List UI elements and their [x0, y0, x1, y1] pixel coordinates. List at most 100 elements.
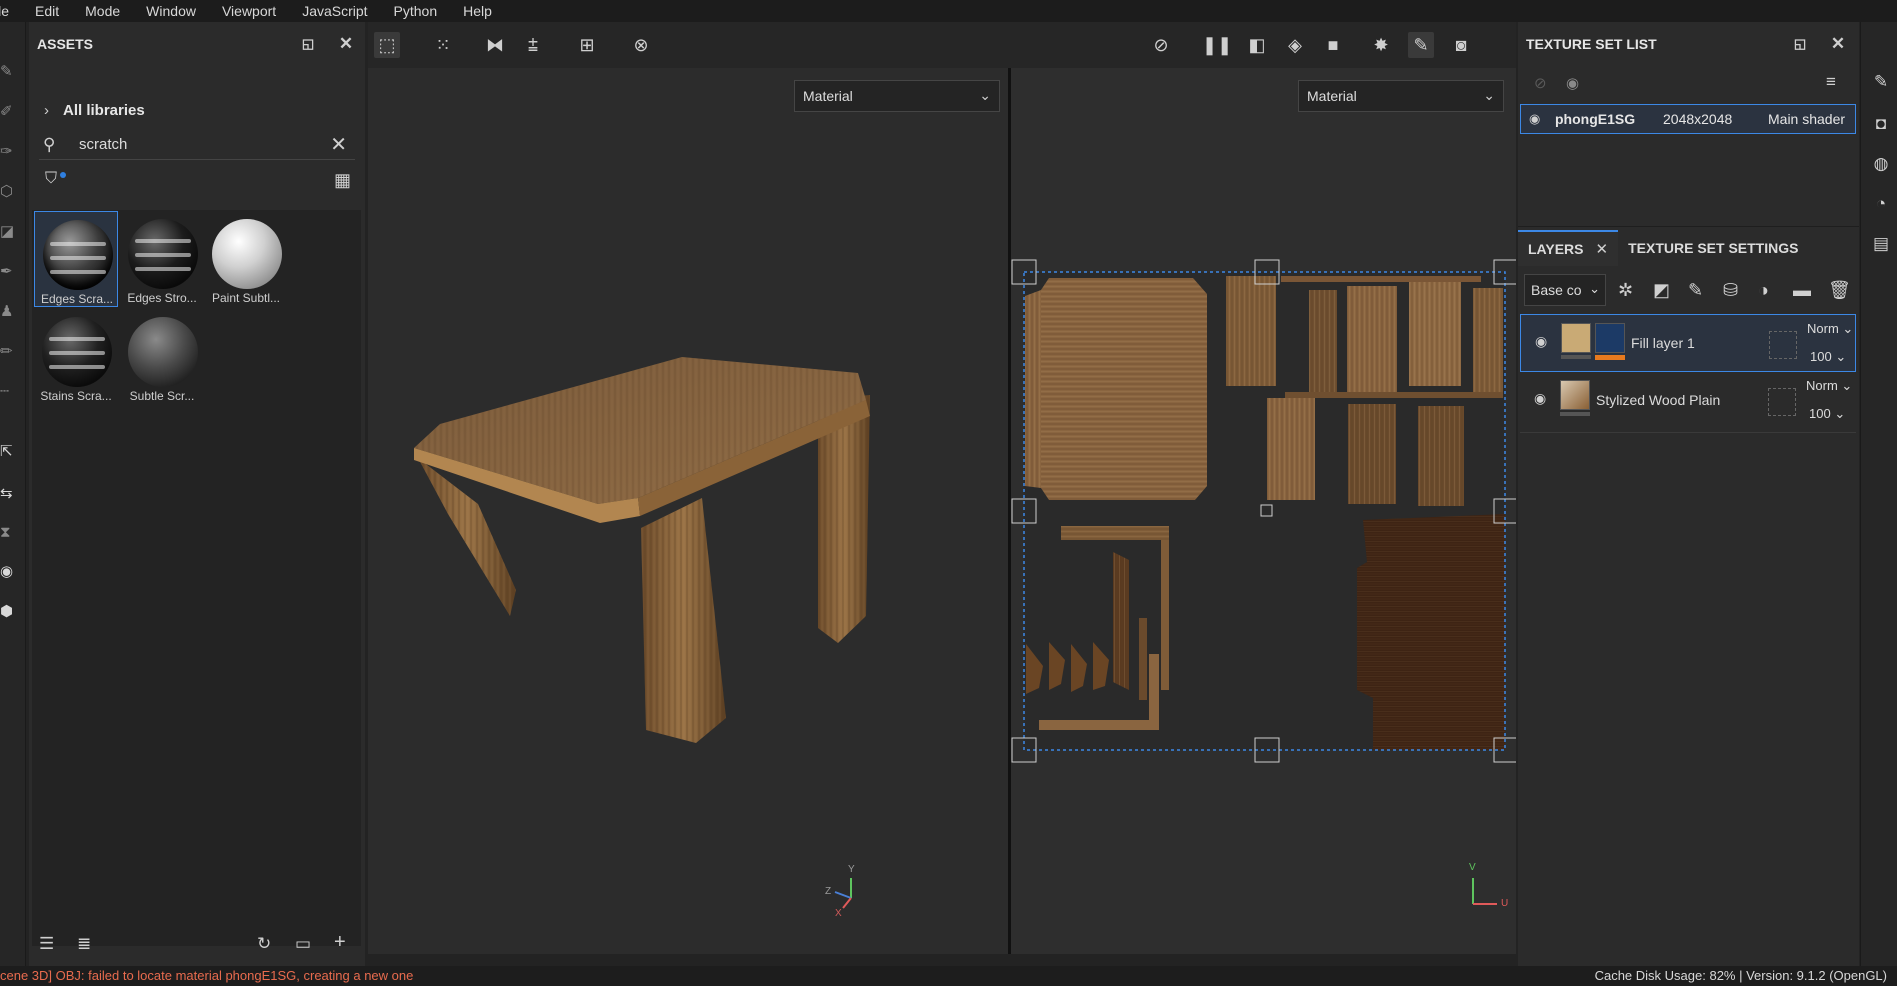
menu-window[interactable]: Window — [133, 3, 209, 19]
paint-brush-icon[interactable]: ✎ — [0, 62, 22, 84]
selection-icon[interactable]: ⬚ — [374, 32, 400, 58]
hide-icon[interactable]: ⊘ — [1148, 32, 1174, 58]
magic-wand-icon[interactable]: ✲ — [1618, 280, 1633, 301]
layer-mask-slot[interactable] — [1769, 331, 1797, 359]
close-icon[interactable]: ✕ — [1596, 240, 1609, 258]
menu-python[interactable]: Python — [381, 3, 451, 19]
undock-icon[interactable]: ◱ — [1790, 34, 1810, 54]
export-icon[interactable]: ⇆ — [0, 484, 22, 506]
menu-help[interactable]: Help — [450, 3, 505, 19]
menu-mode[interactable]: Mode — [72, 3, 133, 19]
uv-axis-gizmo: V U — [1463, 862, 1513, 918]
blend-mode-value: Norm — [1807, 321, 1839, 336]
asset-item[interactable]: Paint Subtl... — [204, 211, 288, 307]
menu-edit[interactable]: Edit — [22, 3, 72, 19]
asset-item[interactable]: Stains Scra... — [34, 309, 118, 405]
add-folder-icon[interactable]: ▬ — [1793, 280, 1811, 301]
tab-layers-label: LAYERS — [1528, 241, 1584, 257]
display-settings-icon[interactable]: ◘ — [1871, 114, 1891, 134]
paint-mode-icon[interactable]: ✎ — [1408, 32, 1434, 58]
library-selector[interactable]: › All libraries — [29, 90, 365, 130]
status-bar: cene 3D] OBJ: failed to locate material … — [0, 966, 1897, 986]
layer-row[interactable]: ◉ Stylized Wood Plain Norm ⌄ 100 ⌄ — [1520, 372, 1856, 430]
channel-select[interactable]: Base co ⌄ — [1524, 274, 1606, 306]
layer-row[interactable]: ◉ Fill layer 1 Norm ⌄ 100 ⌄ — [1520, 314, 1856, 372]
folder-icon[interactable]: ▭ — [295, 934, 311, 954]
brush-settings-icon[interactable]: ✎ — [1871, 72, 1891, 92]
texture-set-resolution: 2048x2048 — [1663, 111, 1733, 127]
layer-mask-slot[interactable] — [1768, 388, 1796, 416]
refresh-icon[interactable]: ↻ — [257, 934, 271, 954]
tab-layers[interactable]: LAYERS ✕ — [1518, 230, 1619, 266]
menu-viewport[interactable]: Viewport — [209, 3, 289, 19]
grid-tool-icon[interactable]: ⁙ — [430, 32, 456, 58]
opacity-field[interactable]: 100 ⌄ — [1810, 349, 1846, 365]
menu-file[interactable]: ile — [0, 3, 22, 19]
environment-icon[interactable]: ◍ — [1871, 154, 1891, 174]
add-fill-layer-icon[interactable]: ⛁ — [1723, 280, 1738, 301]
color-picker-icon[interactable]: ✏ — [0, 342, 22, 364]
viewport-2d[interactable]: Material ⌄ V U — [1011, 68, 1516, 954]
add-icon[interactable]: + — [334, 931, 346, 954]
tab-texture-set-settings[interactable]: TEXTURE SET SETTINGS — [1618, 230, 1808, 266]
eye-icon[interactable]: ◉ — [1566, 74, 1579, 92]
viewport-3d[interactable]: Material ⌄ Y Z X — [368, 68, 1010, 954]
geometry-mask-icon[interactable]: ⬡ — [0, 182, 22, 204]
split-view-icon[interactable]: ◧ — [1244, 32, 1270, 58]
opacity-field[interactable]: 100 ⌄ — [1809, 406, 1845, 422]
asset-item[interactable]: Subtle Scr... — [120, 309, 204, 405]
smudge-icon[interactable]: ✒ — [0, 262, 22, 284]
delete-icon[interactable]: 🗑 — [1828, 280, 1851, 301]
eraser-icon[interactable]: ✐ — [0, 102, 22, 124]
projection-icon[interactable]: ✑ — [0, 142, 22, 164]
bake-icon[interactable]: ⇱ — [0, 442, 22, 464]
cube-icon[interactable]: ⬢ — [0, 602, 22, 624]
layer-thumbnail-bar — [1561, 355, 1591, 359]
asset-item[interactable]: Edges Scra... — [34, 211, 118, 307]
hide-all-icon[interactable]: ⊘ — [1534, 74, 1547, 92]
eye-icon[interactable]: ◉ — [1529, 111, 1547, 127]
add-mask-icon[interactable]: ◑ — [1758, 280, 1769, 301]
log-icon[interactable]: ▤ — [1871, 234, 1891, 254]
asset-preview-sphere — [212, 219, 282, 289]
close-icon[interactable]: ✕ — [336, 34, 356, 54]
close-icon[interactable]: ✕ — [1828, 34, 1848, 54]
add-paint-layer-icon[interactable]: ✎ — [1688, 280, 1703, 301]
clear-search-icon[interactable]: ✕ — [330, 132, 347, 157]
menu-javascript[interactable]: JavaScript — [289, 3, 380, 19]
hourglass-icon[interactable]: ⧗ — [0, 524, 22, 546]
polygon-fill-icon[interactable]: ◪ — [0, 222, 22, 244]
grid-view-icon[interactable]: ▦ — [334, 170, 351, 191]
search-input[interactable] — [77, 135, 307, 154]
texture-set-row[interactable]: ◉ phongE1SG 2048x2048 Main shader — [1520, 104, 1856, 134]
layer-tabs: LAYERS ✕ TEXTURE SET SETTINGS — [1518, 230, 1859, 266]
camera-video-icon[interactable]: ■ — [1320, 32, 1346, 58]
axis-y-label: Y — [848, 864, 855, 875]
mirror-y-icon[interactable]: ⩲ — [520, 32, 546, 58]
menu-icon[interactable]: ≡ — [1826, 72, 1836, 92]
add-effect-icon[interactable]: ◩ — [1653, 280, 1670, 301]
asset-search: ⚲ ✕ — [39, 130, 355, 160]
stack-view-icon[interactable]: ≣ — [77, 934, 91, 954]
lighting-icon[interactable]: ✸ — [1368, 32, 1394, 58]
filter-icon[interactable]: ⛉ — [45, 170, 57, 188]
assets-panel: ASSETS ◱ ✕ › All libraries ⚲ ✕ ⛉ ▦ Edges… — [29, 22, 365, 966]
share-icon[interactable]: ◉ — [0, 562, 22, 584]
blend-mode-select[interactable]: Norm ⌄ — [1806, 378, 1852, 394]
blend-mode-select[interactable]: Norm ⌄ — [1807, 321, 1853, 337]
texture-set-list-header: TEXTURE SET LIST ◱ ✕ — [1518, 22, 1859, 66]
cube-view-icon[interactable]: ◈ — [1282, 32, 1308, 58]
eye-icon[interactable]: ◉ — [1535, 333, 1547, 350]
asset-label: Subtle Scr... — [129, 389, 195, 403]
asset-item[interactable]: Edges Stro... — [120, 211, 204, 307]
reset-view-icon[interactable]: ⊗ — [628, 32, 654, 58]
clone-stamp-icon[interactable]: ♟ — [0, 302, 22, 324]
add-frame-icon[interactable]: ⊞ — [574, 32, 600, 58]
screenshot-camera-icon[interactable]: ◙ — [1448, 32, 1474, 58]
mirror-x-icon[interactable]: ⧓ — [482, 32, 508, 58]
list-view-icon[interactable]: ☰ — [39, 934, 54, 954]
undock-icon[interactable]: ◱ — [298, 34, 318, 54]
eye-icon[interactable]: ◉ — [1534, 390, 1546, 407]
history-icon[interactable]: ◔ — [1871, 194, 1891, 214]
pause-icon[interactable]: ❚❚ — [1202, 32, 1232, 58]
